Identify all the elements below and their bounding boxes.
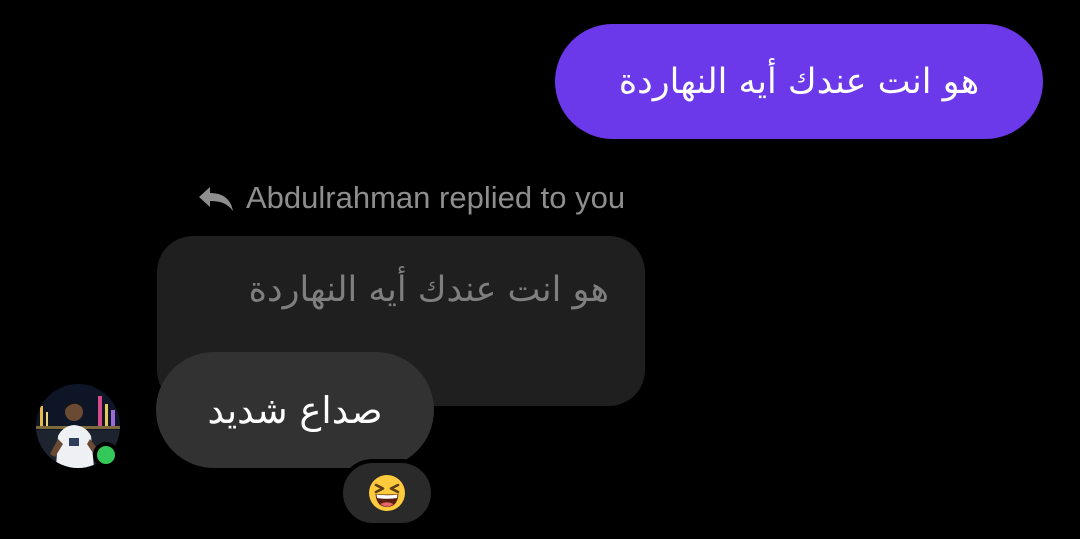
received-message-text: صداع شديد [207,388,383,432]
reply-indicator: Abdulrahman replied to you [196,176,625,220]
quoted-message-text: هو انت عندك أيه النهاردة [248,270,609,310]
received-message-bubble[interactable]: صداع شديد [156,352,434,468]
reply-arrow-icon [199,187,233,211]
sent-message-bubble[interactable]: هو انت عندك أيه النهاردة [555,24,1043,139]
grinning-squinting-face-emoji-icon [369,475,405,511]
message-reaction[interactable] [339,459,435,527]
online-status-indicator [93,442,119,468]
sent-message-text: هو انت عندك أيه النهاردة [618,61,980,102]
reply-indicator-label: Abdulrahman replied to you [246,180,626,215]
